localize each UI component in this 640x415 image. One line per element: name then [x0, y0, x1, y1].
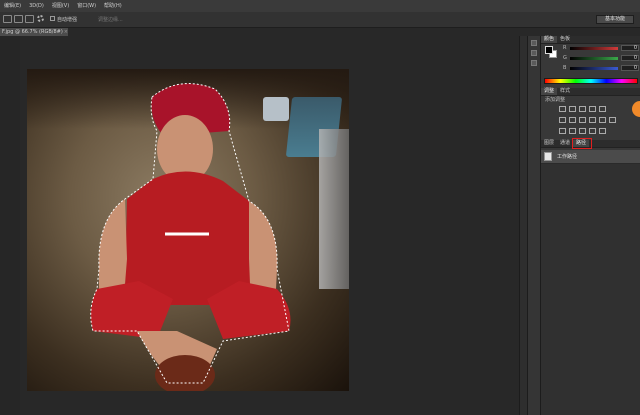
rgb-row-red: R 0 — [563, 45, 639, 52]
path-row-work-path[interactable]: 工作路径 — [541, 150, 640, 164]
close-icon[interactable]: × — [64, 29, 68, 35]
menu-edit[interactable]: 编辑(E) — [0, 0, 25, 12]
invert-icon[interactable] — [559, 128, 566, 134]
menu-3d[interactable]: 3D(D) — [25, 0, 48, 12]
posterize-icon[interactable] — [569, 128, 576, 134]
green-value-field[interactable]: 0 — [621, 55, 639, 61]
color-spectrum[interactable] — [544, 78, 638, 84]
properties-panel-icon[interactable] — [531, 50, 537, 56]
auto-enhance-checkbox[interactable] — [50, 16, 55, 21]
channel-letter: R — [563, 45, 567, 51]
red-slider[interactable] — [570, 47, 618, 50]
channel-mixer-icon[interactable] — [599, 117, 606, 123]
color-lookup-icon[interactable] — [609, 117, 616, 123]
add-to-selection-icon[interactable] — [14, 15, 23, 23]
adjustments-subtitle: 添加调整 — [545, 97, 566, 103]
adjustments-panel-header: 调整 样式 — [541, 88, 640, 96]
brush-settings-icon[interactable] — [37, 15, 44, 22]
brightness-icon[interactable] — [559, 106, 566, 112]
color-panel-header: 颜色 色板 — [541, 36, 640, 44]
foreground-color-swatch[interactable] — [545, 46, 553, 54]
options-bar: 自动增强 调整边缘... 基本功能 — [0, 12, 640, 28]
channel-letter: G — [563, 55, 567, 61]
curves-icon[interactable] — [579, 106, 586, 112]
tab-layers[interactable]: 图层 — [541, 140, 557, 147]
selective-color-icon[interactable] — [599, 128, 606, 134]
refine-edge-button[interactable]: 调整边缘... — [98, 16, 123, 23]
document-tab-title: F.jpg @ 66.7% (RGB/8#) — [2, 29, 63, 35]
path-thumbnail — [544, 152, 552, 161]
levels-icon[interactable] — [569, 106, 576, 112]
quick-selection-tool-icon[interactable] — [3, 15, 12, 23]
paths-tab-highlight — [572, 138, 592, 149]
menu-window[interactable]: 窗口(W) — [73, 0, 100, 12]
gradient-map-icon[interactable] — [589, 128, 596, 134]
tab-adjustments[interactable]: 调整 — [541, 88, 558, 95]
black-white-icon[interactable] — [579, 117, 586, 123]
tab-styles[interactable]: 样式 — [557, 88, 573, 95]
menu-help[interactable]: 帮助(H) — [100, 0, 126, 12]
auto-enhance-label: 自动增强 — [57, 17, 78, 23]
photo-filter-icon[interactable] — [589, 117, 596, 123]
paths-panel-empty-area — [541, 164, 640, 415]
menu-view[interactable]: 视图(V) — [48, 0, 73, 12]
panel-icon-column — [527, 36, 541, 415]
tab-swatches[interactable]: 色板 — [557, 36, 573, 43]
right-panels: 颜色 色板 R 0 G 0 B 0 调整 样式 添加调整 图层 通道 路径 工作… — [540, 36, 640, 415]
path-name: 工作路径 — [557, 154, 578, 160]
threshold-icon[interactable] — [579, 128, 586, 134]
subtract-from-selection-icon[interactable] — [25, 15, 34, 23]
document-tab[interactable]: F.jpg @ 66.7% (RGB/8#)× — [0, 28, 68, 36]
blue-value-field[interactable]: 0 — [621, 65, 639, 71]
channel-letter: B — [563, 65, 567, 71]
history-panel-icon[interactable] — [531, 40, 537, 46]
green-slider[interactable] — [570, 57, 618, 60]
document-image[interactable] — [27, 69, 349, 391]
brush-panel-icon[interactable] — [531, 60, 537, 66]
rgb-row-green: G 0 — [563, 55, 639, 62]
menu-bar: 编辑(E) 3D(D) 视图(V) 窗口(W) 帮助(H) — [0, 0, 640, 12]
color-balance-icon[interactable] — [569, 117, 576, 123]
toolbox — [0, 36, 20, 415]
tab-channels[interactable]: 通道 — [557, 140, 573, 147]
tab-color[interactable]: 颜色 — [541, 36, 558, 43]
hue-saturation-icon[interactable] — [559, 117, 566, 123]
red-value-field[interactable]: 0 — [621, 45, 639, 51]
rgb-row-blue: B 0 — [563, 65, 639, 72]
subject-illustration — [90, 83, 291, 391]
exposure-icon[interactable] — [589, 106, 596, 112]
vibrance-icon[interactable] — [599, 106, 606, 112]
blue-slider[interactable] — [570, 67, 618, 70]
workspace-switcher[interactable]: 基本功能 — [596, 15, 634, 24]
